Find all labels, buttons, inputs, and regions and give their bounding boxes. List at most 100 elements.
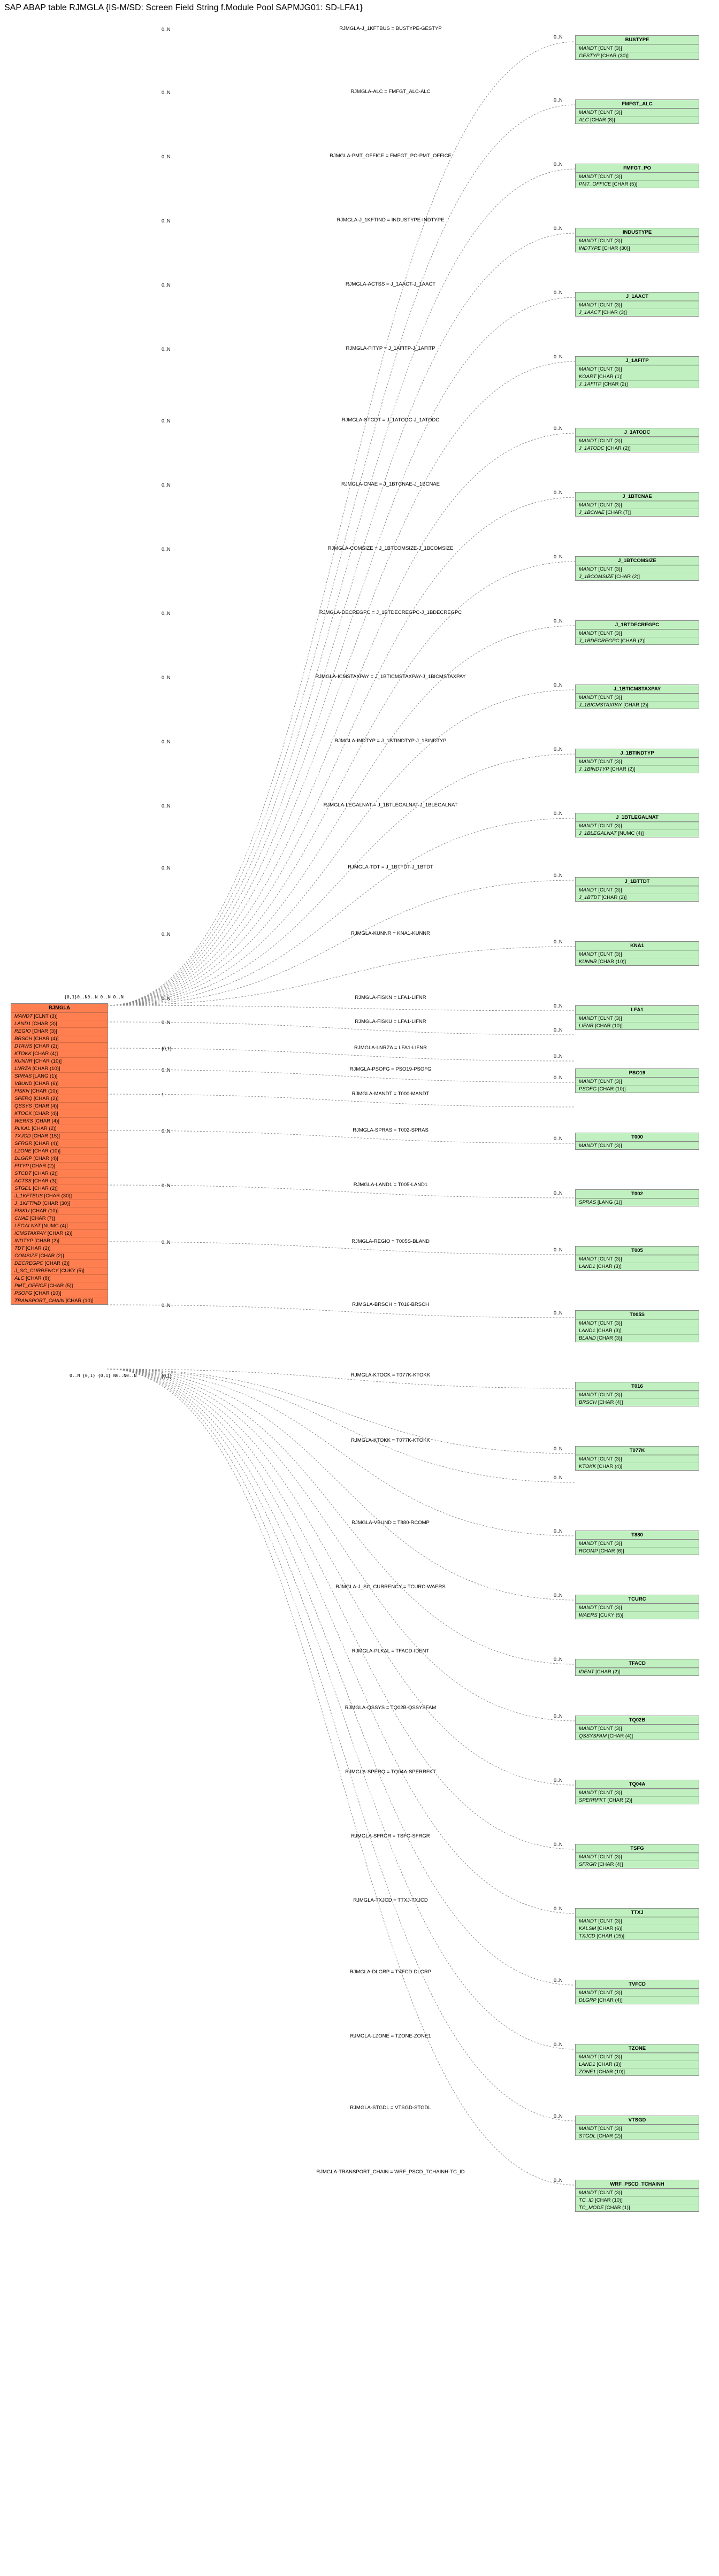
entity-field: INDTYPE [CHAR (30)] (576, 244, 699, 252)
edge-card-left: 0..N (162, 1303, 171, 1308)
entity-field: LAND1 [CHAR (3)] (576, 1327, 699, 1334)
edge-card-right: 0..N (554, 747, 563, 752)
entity-field: MANDT [CLNT (3)] (576, 1014, 699, 1022)
entity-field: BRSCH [CHAR (4)] (576, 1398, 699, 1406)
entity-field: ALC [CHAR (8)] (576, 116, 699, 124)
edge-card-right: 0..N (554, 1446, 563, 1451)
entity-j_1btlegalnat: J_1BTLEGALNATMANDT [CLNT (3)]J_1BLEGALNA… (575, 813, 699, 837)
entity-header: J_1BTDECREGPC (576, 621, 699, 629)
entity-field: ALC [CHAR (8)] (11, 1274, 108, 1282)
entity-header: T005S (576, 1311, 699, 1319)
edge-card-right: 0..N (554, 1475, 563, 1480)
entity-field: FISKN [CHAR (10)] (11, 1087, 108, 1095)
entity-field: DECREGPC [CHAR (2)] (11, 1259, 108, 1267)
edge-card-left: 0..N (162, 1067, 171, 1073)
entity-field: MANDT [CLNT (3)] (576, 1319, 699, 1327)
entity-kna1: KNA1MANDT [CLNT (3)]KUNNR [CHAR (10)] (575, 941, 699, 966)
entity-field: MANDT [CLNT (3)] (576, 1989, 699, 1996)
entity-field: REGIO [CHAR (3)] (11, 1027, 108, 1035)
edge-card-right: 0..N (554, 1842, 563, 1847)
entity-header: J_1BTICMSTAXPAY (576, 685, 699, 694)
entity-field: SPRAS [LANG (1)] (11, 1072, 108, 1080)
entity-field: CNAE [CHAR (7)] (11, 1214, 108, 1222)
edge-label: RJMGLA-SPERQ = TQ04A-SPERRFKT (225, 1769, 556, 1775)
entity-field: LAND1 [CHAR (3)] (576, 1263, 699, 1270)
entity-wrf_pscd_tchainh: WRF_PSCD_TCHAINHMANDT [CLNT (3)]TC_ID [C… (575, 2180, 699, 2212)
edge-card-right: 0..N (554, 354, 563, 359)
entity-field: SPRAS [LANG (1)] (576, 1198, 699, 1206)
entity-field: KTOKK [CHAR (4)] (11, 1050, 108, 1057)
edge-card-right: 0..N (554, 226, 563, 231)
edge-card-left: 0..N (162, 547, 171, 552)
entity-field: J_1ATODC [CHAR (2)] (576, 444, 699, 452)
edge-label: RJMGLA-J_SC_CURRENCY = TCURC-WAERS (225, 1584, 556, 1590)
edge-label: RJMGLA-KUNNR = KNA1-KUNNR (225, 931, 556, 936)
entity-field: J_1AACT [CHAR (3)] (576, 309, 699, 316)
edge-card-left: 0..N (162, 1020, 171, 1025)
entity-j_1aact: J_1AACTMANDT [CLNT (3)]J_1AACT [CHAR (3)… (575, 292, 699, 317)
edge-card-right: 0..N (554, 1593, 563, 1598)
entity-field: LNRZA [CHAR (10)] (11, 1065, 108, 1072)
entity-j_1btcnae: J_1BTCNAEMANDT [CLNT (3)]J_1BCNAE [CHAR … (575, 492, 699, 517)
edge-card-right: 0..N (554, 2113, 563, 2119)
entity-field: FISKU [CHAR (10)] (11, 1207, 108, 1214)
entity-field: DTAWS [CHAR (2)] (11, 1042, 108, 1050)
entity-header: TQ02B (576, 1716, 699, 1725)
edge-label: RJMGLA-KTOKK = T077K-KTOKK (225, 1437, 556, 1443)
edge-card-left: 0..N (162, 739, 171, 744)
entity-header: T000 (576, 1133, 699, 1142)
edge-card-right: 0..N (554, 1075, 563, 1080)
entity-header: TTXJ (576, 1909, 699, 1917)
edge-card-right: 0..N (554, 1657, 563, 1662)
entity-field: VBUND [CHAR (6)] (11, 1080, 108, 1087)
entity-field: LEGALNAT [NUMC (4)] (11, 1222, 108, 1229)
entity-field: SFRGR [CHAR (4)] (576, 1860, 699, 1868)
entity-header: T005 (576, 1247, 699, 1255)
entity-header: TQ04A (576, 1780, 699, 1789)
edge-card-left: 0..N (162, 932, 171, 937)
entity-field: MANDT [CLNT (3)] (576, 44, 699, 52)
entity-field: J_1KFTIND [CHAR (30)] (11, 1199, 108, 1207)
edge-card-left: {0,1} (162, 1046, 172, 1051)
entity-field: MANDT [CLNT (3)] (576, 2125, 699, 2132)
entity-tcurc: TCURCMANDT [CLNT (3)]WAERS [CUKY (5)] (575, 1595, 699, 1619)
edge-label: RJMGLA-TDT = J_1BTTDT-J_1BTDT (225, 864, 556, 870)
edge-label: RJMGLA-DLGRP = TVFCD-DLGRP (225, 1969, 556, 1975)
entity-field: TDT [CHAR (2)] (11, 1244, 108, 1252)
entity-field: MANDT [CLNT (3)] (576, 1853, 699, 1860)
edge-card-right: 0..N (554, 873, 563, 878)
edge-label: RJMGLA-TXJCD = TTXJ-TXJCD (225, 1897, 556, 1903)
entity-header: TFACD (576, 1659, 699, 1668)
edge-card-right: 0..N (554, 939, 563, 944)
entity-tsfg: TSFGMANDT [CLNT (3)]SFRGR [CHAR (4)] (575, 1844, 699, 1868)
entity-t005s: T005SMANDT [CLNT (3)]LAND1 [CHAR (3)]BLA… (575, 1310, 699, 1342)
entity-field: SPERRFKT [CHAR (2)] (576, 1796, 699, 1804)
edge-card-right: 0..N (554, 1003, 563, 1009)
edge-card-left: 0..N (162, 1240, 171, 1245)
edge-label: RJMGLA-BRSCH = T016-BRSCH (225, 1302, 556, 1308)
entity-header: LFA1 (576, 1006, 699, 1014)
entity-field: DLGRP [CHAR (4)] (11, 1155, 108, 1162)
entity-header: T077K (576, 1447, 699, 1455)
entity-header: J_1BTINDTYP (576, 749, 699, 758)
entity-tq04a: TQ04AMANDT [CLNT (3)]SPERRFKT [CHAR (2)] (575, 1780, 699, 1804)
entity-j_1atodc: J_1ATODCMANDT [CLNT (3)]J_1ATODC [CHAR (… (575, 428, 699, 452)
edge-card-left: 0..N (162, 996, 171, 1001)
entity-header: T002 (576, 1190, 699, 1198)
edge-label: RJMGLA-J_1KFTBUS = BUSTYPE-GESTYP (225, 26, 556, 32)
entity-field: PMT_OFFICE [CHAR (5)] (576, 180, 699, 188)
edge-label: RJMGLA-PLKAL = TFACD-IDENT (225, 1648, 556, 1654)
edge-card-left: 0..N (162, 611, 171, 616)
entity-field: WERKS [CHAR (4)] (11, 1117, 108, 1125)
entity-field: MANDT [CLNT (3)] (576, 437, 699, 444)
entity-j_1bticmstaxpay: J_1BTICMSTAXPAYMANDT [CLNT (3)]J_1BICMST… (575, 685, 699, 709)
entity-field: IDENT [CHAR (2)] (576, 1668, 699, 1675)
entity-field: ICMSTAXPAY [CHAR (2)] (11, 1229, 108, 1237)
edge-card-left: 0..N (162, 418, 171, 424)
entity-field: J_1BTDT [CHAR (2)] (576, 894, 699, 901)
entity-t880: T880MANDT [CLNT (3)]RCOMP [CHAR (6)] (575, 1531, 699, 1555)
edge-label: RJMGLA-LEGALNAT = J_1BTLEGALNAT-J_1BLEGA… (225, 802, 556, 808)
entity-j_1btindtyp: J_1BTINDTYPMANDT [CLNT (3)]J_1BINDTYP [C… (575, 749, 699, 773)
edge-card-left: 0..N (162, 27, 171, 32)
edge-label: RJMGLA-PSOFG = PSO19-PSOFG (225, 1066, 556, 1072)
